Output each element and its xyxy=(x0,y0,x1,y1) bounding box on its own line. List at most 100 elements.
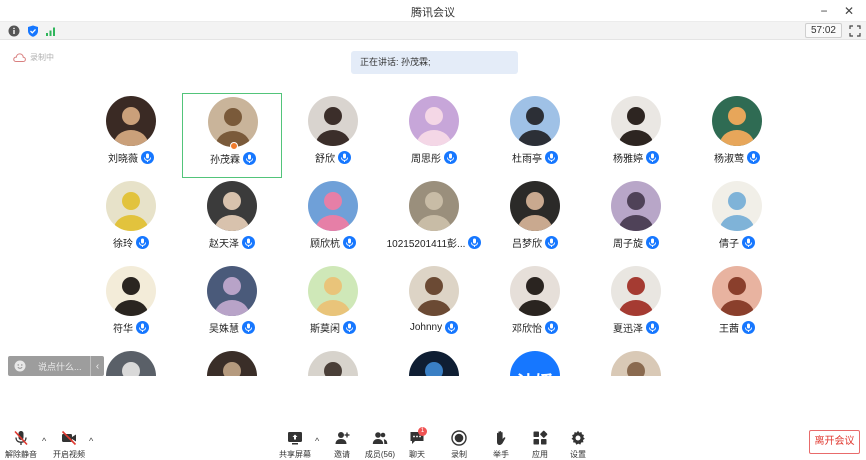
chat-collapse-button[interactable]: ‹ xyxy=(90,356,104,376)
participant-tile[interactable]: 周子旋 xyxy=(586,178,686,263)
speaking-indicator: 正在讲话: 孙茂霖; xyxy=(351,51,518,74)
avatar-text: M xyxy=(730,374,745,376)
participant-tile[interactable]: 符华 xyxy=(81,263,181,348)
mic-icon xyxy=(243,151,256,165)
participant-tile[interactable] xyxy=(283,348,383,376)
participant-name-row: 吕梦欣 xyxy=(485,235,585,250)
unmute-button[interactable]: 解除静音 xyxy=(1,430,41,459)
participant-name: 邓欣怡 xyxy=(512,323,542,335)
avatar-image xyxy=(518,277,552,316)
chat-button[interactable]: 1 聊天 xyxy=(397,427,437,459)
participant-tile[interactable]: 杨雅婷 xyxy=(586,93,686,178)
participant-tile[interactable]: 吕梦欣 xyxy=(485,178,585,263)
participant-tile[interactable] xyxy=(182,348,282,376)
cloud-recording-status: 录制中 xyxy=(13,52,54,63)
participant-name: 周子旋 xyxy=(613,238,643,250)
avatar-image xyxy=(417,107,451,146)
avatar xyxy=(207,266,257,316)
share-options-chevron-icon[interactable]: ^ xyxy=(315,436,319,446)
audio-options-chevron-icon[interactable]: ^ xyxy=(42,436,46,446)
participant-name: Johnny xyxy=(409,321,443,333)
participant-name: 赵天泽 xyxy=(209,238,239,250)
invite-icon xyxy=(335,432,350,444)
participant-tile[interactable] xyxy=(586,348,686,376)
fullscreen-icon[interactable] xyxy=(849,25,861,37)
avatar xyxy=(308,96,358,146)
leave-meeting-button[interactable]: 离开会议 xyxy=(809,430,860,454)
participant-tile[interactable]: 10215201411彭... xyxy=(384,178,484,263)
participant-tile[interactable]: 赵天泽 xyxy=(182,178,282,263)
avatar-image xyxy=(316,277,350,316)
minimize-button[interactable]: − xyxy=(812,0,836,22)
bottom-toolbar: 解除静音 ^ 开启视频 ^ 共享屏幕 ^ 邀请 成员(56) 1 聊天 录制 举… xyxy=(0,424,866,459)
share-screen-label: 共享屏幕 xyxy=(279,450,311,459)
record-button[interactable]: 录制 xyxy=(439,430,479,459)
avatar xyxy=(712,96,762,146)
participant-tile[interactable]: Johnny xyxy=(384,263,484,348)
avatar-image xyxy=(316,192,350,231)
avatar xyxy=(106,181,156,231)
avatar-image xyxy=(114,107,148,146)
participant-name-row: 杜雨亭 xyxy=(485,150,585,165)
participant-tile[interactable]: 杨淑莺 xyxy=(687,93,787,178)
chat-unread-badge: 1 xyxy=(418,427,427,436)
participant-tile[interactable]: 舒欣 xyxy=(283,93,383,178)
mic-muted-icon xyxy=(14,430,28,446)
avatar-image xyxy=(720,107,754,146)
start-video-button[interactable]: 开启视频 xyxy=(49,430,89,459)
participant-tile[interactable]: 吴姝慧 xyxy=(182,263,282,348)
mic-icon xyxy=(742,320,755,334)
participant-tile[interactable]: 刘晓薇 xyxy=(81,93,181,178)
participant-tile[interactable]: 夏迅泽 xyxy=(586,263,686,348)
avatar xyxy=(510,181,560,231)
shield-icon[interactable] xyxy=(27,25,39,37)
settings-button[interactable]: 设置 xyxy=(558,430,598,459)
participant-tile[interactable]: 王茜 xyxy=(687,263,787,348)
participant-tile[interactable]: 倩子 xyxy=(687,178,787,263)
participant-tile[interactable]: 沫媛 xyxy=(485,348,585,376)
mic-icon xyxy=(242,320,255,334)
title-bar: 腾讯会议 − ✕ xyxy=(0,0,866,22)
avatar-image xyxy=(417,192,451,231)
participant-tile[interactable] xyxy=(384,348,484,376)
network-signal-icon[interactable] xyxy=(45,25,57,37)
participant-name: 舒欣 xyxy=(315,153,335,165)
share-screen-button[interactable]: 共享屏幕 xyxy=(275,430,315,459)
participant-name-row: 杨雅婷 xyxy=(586,150,686,165)
participant-name-row: 周思彤 xyxy=(384,150,484,165)
mic-icon xyxy=(338,150,351,164)
video-options-chevron-icon[interactable]: ^ xyxy=(89,436,93,446)
participant-tile[interactable]: 邓欣怡 xyxy=(485,263,585,348)
mic-icon xyxy=(343,235,356,249)
chat-quick-input[interactable]: 说点什么... ‹ xyxy=(8,356,104,376)
members-icon xyxy=(372,432,388,444)
participant-tile[interactable]: 杜雨亭 xyxy=(485,93,585,178)
participant-tile[interactable]: 顾欣杭 xyxy=(283,178,383,263)
avatar xyxy=(510,266,560,316)
avatar xyxy=(611,181,661,231)
mic-icon xyxy=(742,235,755,249)
participant-name-row: 倩子 xyxy=(687,235,787,250)
participant-tile[interactable]: M xyxy=(687,348,787,376)
participant-tile[interactable]: 孙茂霖 xyxy=(182,93,282,178)
participant-name: 徐玲 xyxy=(113,238,133,250)
participant-tile[interactable]: 斯莫闲 xyxy=(283,263,383,348)
participant-name-row: 徐玲 xyxy=(81,235,181,250)
participant-tile[interactable]: 徐玲 xyxy=(81,178,181,263)
apps-icon xyxy=(533,430,548,445)
participant-name-row: 符华 xyxy=(81,320,181,335)
info-icon[interactable] xyxy=(8,25,20,37)
avatar-image xyxy=(627,362,645,376)
participant-name: 杨淑莺 xyxy=(714,153,744,165)
mic-icon xyxy=(136,320,149,334)
avatar xyxy=(611,266,661,316)
avatar-image xyxy=(619,192,653,231)
avatar xyxy=(409,351,459,376)
mic-icon xyxy=(646,235,659,249)
participant-tile[interactable]: 周思彤 xyxy=(384,93,484,178)
emoji-icon[interactable] xyxy=(14,360,26,372)
start-video-label: 开启视频 xyxy=(53,450,85,459)
window-title: 腾讯会议 xyxy=(411,7,455,19)
close-button[interactable]: ✕ xyxy=(837,0,861,22)
participant-name-row: 顾欣杭 xyxy=(283,235,383,250)
